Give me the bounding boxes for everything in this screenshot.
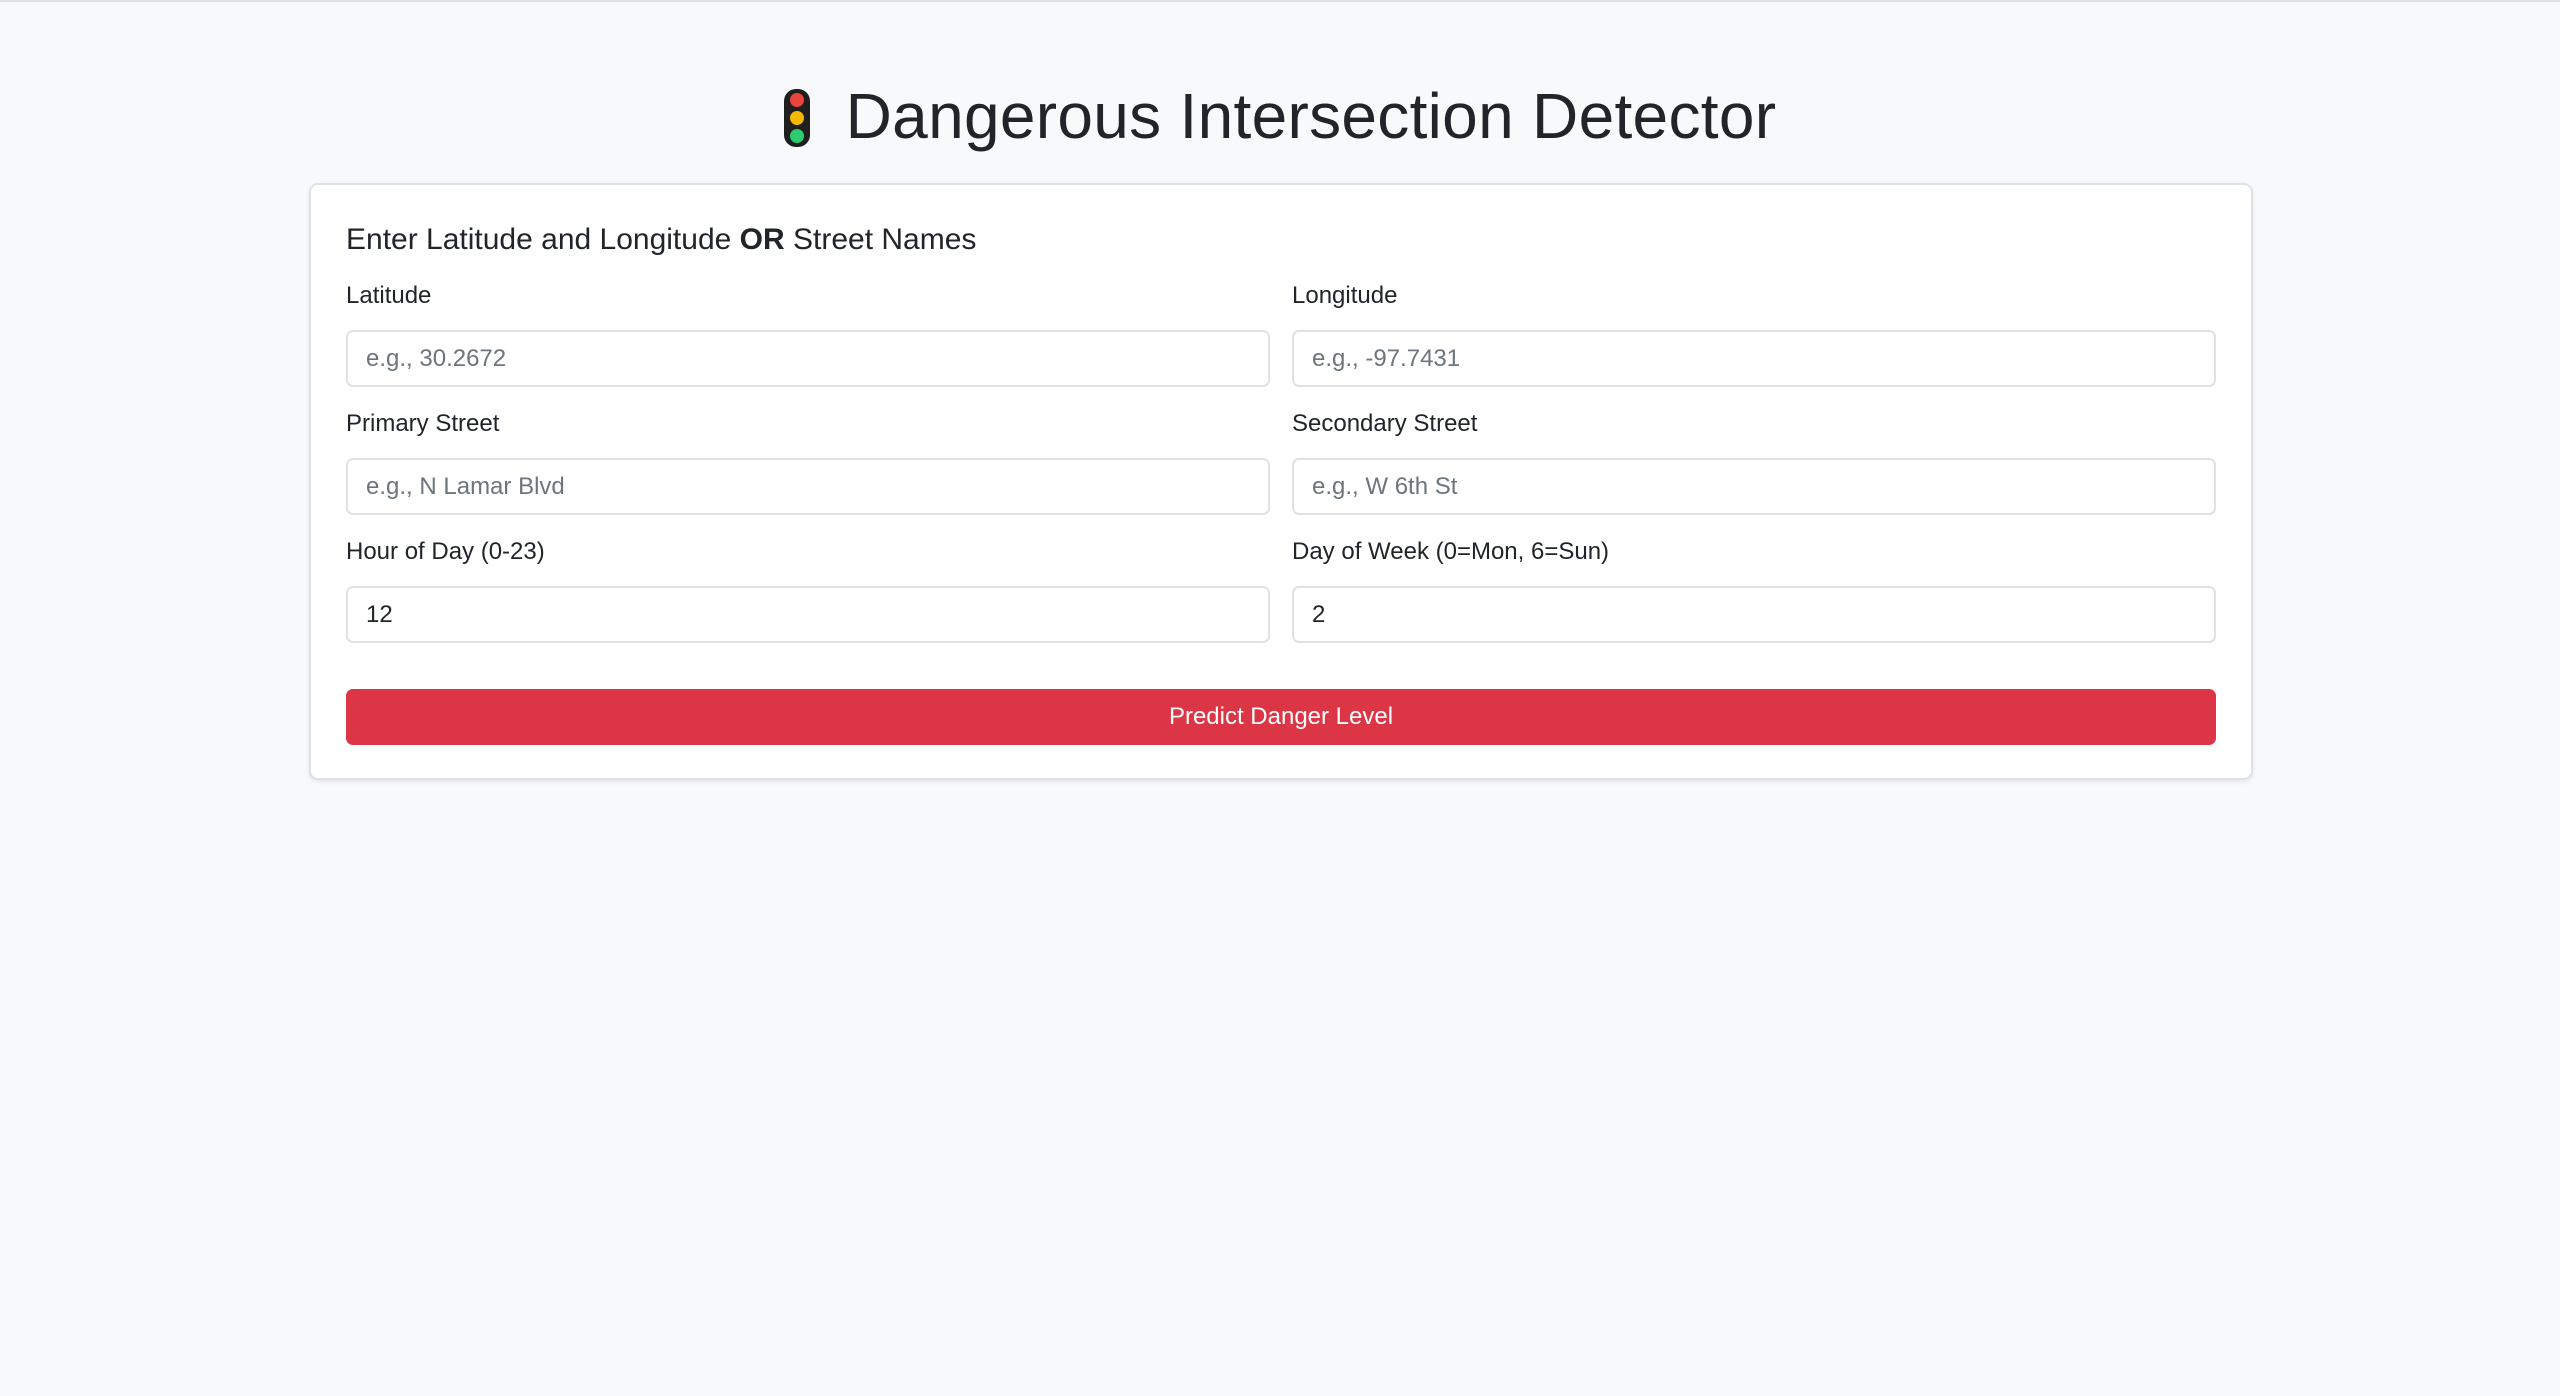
- form-heading: Enter Latitude and Longitude OR Street N…: [346, 221, 976, 259]
- latitude-input[interactable]: [346, 330, 1270, 387]
- latitude-label: Latitude: [346, 282, 432, 309]
- yellow-lamp: [789, 111, 804, 125]
- primary-street-input[interactable]: [346, 458, 1270, 515]
- primary-street-label: Primary Street: [346, 410, 500, 437]
- page-header: Dangerous Intersection Detector: [0, 76, 2560, 156]
- predict-danger-level-button[interactable]: Predict Danger Level: [346, 689, 2216, 745]
- longitude-label: Longitude: [1292, 282, 1398, 309]
- red-lamp: [789, 93, 804, 107]
- day-of-week-input[interactable]: [1292, 586, 2216, 643]
- page-title: Dangerous Intersection Detector: [845, 80, 1777, 152]
- traffic-light-icon: [783, 89, 810, 147]
- form-heading-prefix: Enter Latitude and Longitude: [346, 223, 740, 256]
- secondary-street-input[interactable]: [1292, 458, 2216, 515]
- form-heading-suffix: Street Names: [784, 223, 977, 256]
- form-heading-emphasis: OR: [739, 223, 785, 256]
- day-of-week-label: Day of Week (0=Mon, 6=Sun): [1292, 538, 1610, 565]
- prediction-form-card: Enter Latitude and Longitude OR Street N…: [309, 183, 2253, 780]
- green-lamp: [789, 129, 804, 143]
- secondary-street-label: Secondary Street: [1292, 410, 1478, 437]
- hour-of-day-input[interactable]: [346, 586, 1270, 643]
- longitude-input[interactable]: [1292, 330, 2216, 387]
- hour-of-day-label: Hour of Day (0-23): [346, 538, 545, 565]
